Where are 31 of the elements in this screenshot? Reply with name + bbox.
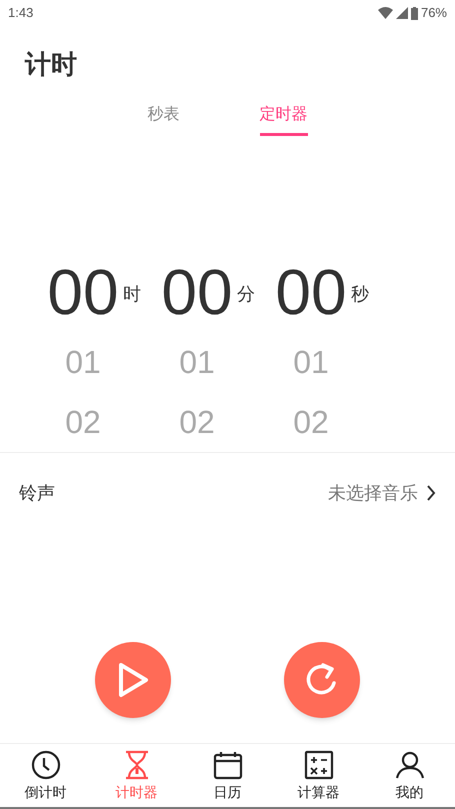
picker-value[interactable]: 01 — [179, 332, 215, 392]
nav-item[interactable]: 计算器 — [273, 744, 364, 807]
picker-value[interactable]: 01 — [65, 332, 101, 392]
picker-value[interactable]: 02 — [179, 392, 215, 452]
clock-icon — [30, 748, 62, 780]
unit-label: 时 — [123, 282, 141, 306]
tab[interactable]: 定时器 — [260, 96, 308, 136]
picker-value[interactable]: 02 — [65, 392, 101, 452]
ringtone-label: 铃声 — [19, 482, 55, 504]
battery-icon — [410, 6, 418, 20]
nav-item[interactable]: 我的 — [364, 744, 455, 807]
picker-value[interactable]: 00 — [161, 252, 233, 332]
nav-item[interactable]: 倒计时 — [0, 744, 91, 807]
signal-icon — [396, 7, 408, 19]
page-title: 计时 — [25, 48, 77, 81]
ringtone-value: 未选择音乐 — [328, 482, 418, 504]
picker-value[interactable]: 00 — [47, 252, 119, 332]
picker-value[interactable]: 00 — [275, 252, 347, 332]
tab[interactable]: 秒表 — [148, 96, 180, 136]
nav-item[interactable]: 日历 — [182, 744, 273, 807]
calculator-icon — [302, 748, 334, 780]
wifi-icon — [378, 7, 393, 19]
picker-value[interactable]: 01 — [293, 332, 329, 392]
ringtone-row[interactable]: 铃声 未选择音乐 — [0, 453, 455, 533]
unit-label: 秒 — [351, 282, 369, 306]
picker-value[interactable]: 02 — [293, 392, 329, 452]
chevron-right-icon — [426, 484, 436, 502]
nav-item[interactable]: 计时器 — [91, 744, 182, 807]
status-time: 1:43 — [8, 4, 34, 22]
battery-level: 76% — [420, 4, 447, 22]
unit-label: 分 — [237, 282, 255, 306]
